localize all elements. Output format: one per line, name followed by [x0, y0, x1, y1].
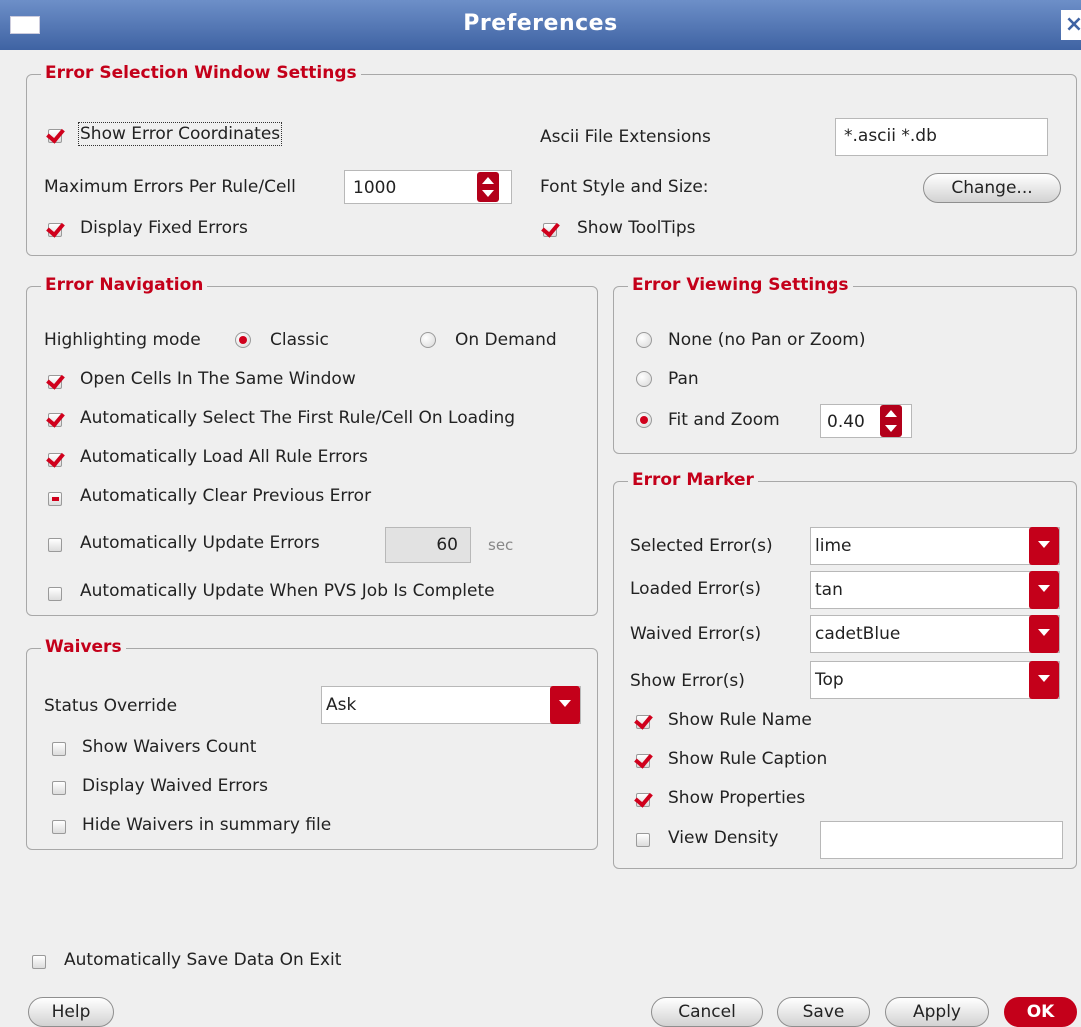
loaded-errors-select[interactable]: tan — [810, 571, 1060, 609]
status-override-value: Ask — [326, 695, 357, 715]
highlighting-on-demand-label: On Demand — [455, 330, 557, 350]
display-fixed-errors-checkbox[interactable] — [48, 223, 62, 237]
show-errors-select[interactable]: Top — [810, 661, 1060, 699]
view-fit-zoom-radio[interactable] — [636, 412, 652, 428]
save-button[interactable]: Save — [777, 997, 870, 1027]
loaded-errors-label: Loaded Error(s) — [630, 579, 761, 599]
show-waivers-count-checkbox[interactable] — [52, 742, 66, 756]
view-density-checkbox[interactable] — [636, 833, 650, 847]
help-button[interactable]: Help — [28, 997, 114, 1027]
highlighting-classic-radio[interactable] — [235, 332, 251, 348]
chevron-down-icon[interactable] — [1029, 527, 1059, 565]
title-bar: Preferences × — [0, 0, 1081, 50]
loaded-errors-value: tan — [815, 580, 843, 600]
open-cells-same-window-checkbox[interactable] — [48, 375, 62, 389]
font-style-label: Font Style and Size: — [540, 177, 709, 197]
chevron-down-icon[interactable] — [1029, 661, 1059, 699]
show-rule-name-checkbox[interactable] — [636, 715, 650, 729]
view-density-label: View Density — [668, 828, 779, 848]
group-title: Error Viewing Settings — [628, 275, 853, 295]
view-density-input[interactable] — [820, 821, 1063, 859]
display-fixed-errors-label: Display Fixed Errors — [80, 218, 248, 238]
chevron-down-icon[interactable] — [550, 686, 580, 724]
display-waived-errors-checkbox[interactable] — [52, 781, 66, 795]
group-title: Error Selection Window Settings — [41, 63, 361, 83]
hide-waivers-label: Hide Waivers in summary file — [82, 815, 332, 835]
highlighting-on-demand-radio[interactable] — [420, 332, 436, 348]
show-rule-caption-checkbox[interactable] — [636, 754, 650, 768]
ascii-ext-input[interactable]: *.ascii *.db — [835, 118, 1048, 156]
selected-errors-value: lime — [815, 536, 852, 556]
show-waivers-count-label: Show Waivers Count — [82, 737, 257, 757]
ascii-ext-label: Ascii File Extensions — [540, 127, 711, 147]
update-interval-input[interactable]: 60 — [385, 527, 471, 563]
auto-update-pvs-checkbox[interactable] — [48, 587, 62, 601]
show-error-coordinates-label[interactable]: Show Error Coordinates — [77, 122, 283, 146]
chevron-down-icon[interactable] — [1029, 615, 1059, 653]
show-errors-value: Top — [815, 670, 844, 690]
auto-save-on-exit-checkbox[interactable] — [32, 955, 46, 969]
view-fit-zoom-label: Fit and Zoom — [668, 410, 780, 430]
view-pan-label: Pan — [668, 369, 699, 389]
display-waived-errors-label: Display Waived Errors — [82, 776, 268, 796]
auto-load-errors-label: Automatically Load All Rule Errors — [80, 447, 368, 467]
ok-button[interactable]: OK — [1004, 997, 1077, 1027]
status-override-label: Status Override — [44, 696, 178, 716]
group-title: Error Navigation — [41, 275, 208, 295]
highlighting-mode-label: Highlighting mode — [44, 330, 201, 350]
update-interval-unit: sec — [488, 536, 514, 554]
auto-clear-previous-checkbox[interactable] — [48, 492, 62, 506]
auto-update-pvs-label: Automatically Update When PVS Job Is Com… — [80, 581, 495, 601]
highlighting-classic-label: Classic — [270, 330, 329, 350]
hide-waivers-checkbox[interactable] — [52, 820, 66, 834]
change-font-button[interactable]: Change... — [923, 173, 1061, 203]
selected-errors-label: Selected Error(s) — [630, 536, 773, 556]
max-errors-spinner[interactable] — [477, 172, 499, 202]
show-errors-label: Show Error(s) — [630, 671, 745, 691]
zoom-spinner[interactable] — [880, 405, 902, 437]
show-properties-checkbox[interactable] — [636, 793, 650, 807]
auto-load-errors-checkbox[interactable] — [48, 453, 62, 467]
close-button[interactable]: × — [1061, 10, 1081, 40]
chevron-down-icon[interactable] — [1029, 571, 1059, 609]
waived-errors-label: Waived Error(s) — [630, 624, 762, 644]
max-errors-label: Maximum Errors Per Rule/Cell — [44, 177, 296, 197]
show-properties-label: Show Properties — [668, 788, 806, 808]
show-rule-caption-label: Show Rule Caption — [668, 749, 828, 769]
show-tooltips-label: Show ToolTips — [577, 218, 696, 238]
view-none-label: None (no Pan or Zoom) — [668, 330, 866, 350]
cancel-button[interactable]: Cancel — [651, 997, 763, 1027]
status-override-select[interactable]: Ask — [321, 686, 581, 724]
show-tooltips-checkbox[interactable] — [543, 223, 557, 237]
window-title: Preferences — [463, 11, 618, 36]
open-cells-same-window-label: Open Cells In The Same Window — [80, 369, 356, 389]
auto-save-on-exit-label: Automatically Save Data On Exit — [64, 950, 342, 970]
group-title: Error Marker — [628, 470, 758, 490]
view-pan-radio[interactable] — [636, 371, 652, 387]
selected-errors-select[interactable]: lime — [810, 527, 1060, 565]
apply-button[interactable]: Apply — [885, 997, 989, 1027]
waived-errors-value: cadetBlue — [815, 624, 901, 644]
view-none-radio[interactable] — [636, 332, 652, 348]
auto-clear-previous-label: Automatically Clear Previous Error — [80, 486, 372, 506]
auto-update-errors-checkbox[interactable] — [48, 538, 62, 552]
auto-select-first-checkbox[interactable] — [48, 413, 62, 427]
show-error-coordinates-checkbox[interactable] — [48, 129, 62, 143]
auto-update-errors-label: Automatically Update Errors — [80, 533, 320, 553]
auto-select-first-label: Automatically Select The First Rule/Cell… — [80, 408, 516, 428]
group-title: Waivers — [41, 637, 126, 657]
show-rule-name-label: Show Rule Name — [668, 710, 812, 730]
waived-errors-select[interactable]: cadetBlue — [810, 615, 1060, 653]
